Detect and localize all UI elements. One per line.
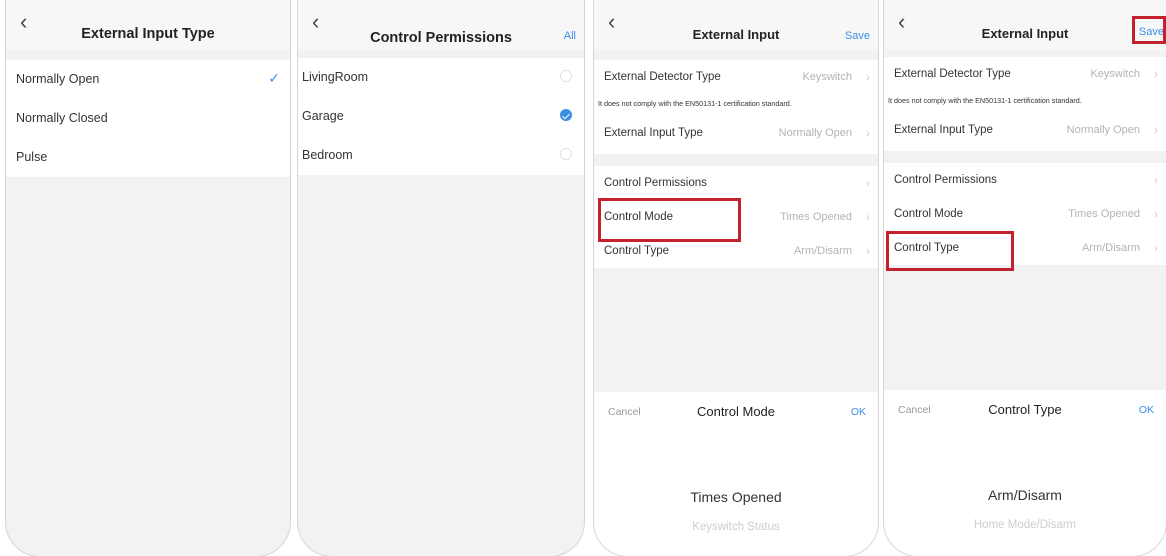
save-button[interactable]: Save	[845, 30, 870, 42]
chevron-right-icon: ›	[866, 70, 870, 84]
picker-option-selected[interactable]: Times Opened	[594, 489, 878, 505]
option-label: Normally Open	[16, 72, 100, 86]
chevron-right-icon: ›	[866, 210, 870, 224]
nav-bar: ‹ External Input Save	[884, 0, 1166, 50]
chevron-right-icon: ›	[1154, 67, 1158, 81]
screen-external-input-mode: ‹ External Input Save External Detector …	[594, 0, 878, 556]
warning-text: It does not comply with the EN50131-1 ce…	[594, 94, 878, 114]
row-label: Control Permissions	[894, 174, 997, 186]
warning-text: It does not comply with the EN50131-1 ce…	[884, 91, 1166, 111]
row-label: Control Type	[604, 245, 669, 257]
room-item-livingroom[interactable]: LivingRoom	[298, 58, 584, 97]
select-all-button[interactable]: All	[564, 30, 576, 42]
picker-option[interactable]: Keyswitch Status	[594, 521, 878, 533]
nav-bar: ‹ Control Permissions All	[298, 0, 584, 50]
screen-control-permissions: ‹ Control Permissions All LivingRoom Gar…	[298, 0, 584, 556]
page-title: External Input Type	[81, 26, 215, 42]
chevron-right-icon: ›	[1154, 173, 1158, 187]
checkbox-icon[interactable]	[560, 148, 572, 160]
row-value: Normally Open	[1066, 124, 1140, 136]
room-label: Bedroom	[302, 148, 353, 162]
chevron-right-icon: ›	[866, 244, 870, 258]
room-label: LivingRoom	[302, 70, 369, 84]
picker-title: Control Type	[988, 402, 1062, 417]
row-value: Normally Open	[778, 127, 852, 139]
chevron-right-icon: ›	[1154, 207, 1158, 221]
check-icon: ✓	[268, 70, 280, 86]
back-icon[interactable]: ‹	[312, 11, 319, 33]
input-type-row[interactable]: External Input Type Normally Open ›	[594, 114, 878, 154]
permissions-row[interactable]: Control Permissions ›	[884, 163, 1166, 197]
row-value: Keyswitch	[1090, 68, 1140, 80]
chevron-right-icon: ›	[1154, 123, 1158, 137]
highlight-box	[598, 198, 741, 242]
highlight-box	[886, 231, 1014, 271]
row-value: Arm/Disarm	[1081, 242, 1140, 254]
page-title: External Input	[692, 27, 780, 42]
row-value: Arm/Disarm	[793, 245, 852, 257]
checkbox-checked-icon[interactable]	[560, 109, 572, 121]
room-list: LivingRoom Garage Bedroom	[298, 58, 584, 175]
room-label: Garage	[302, 109, 344, 123]
picker-sheet: Cancel Control Mode OK Times Opened Keys…	[594, 392, 878, 556]
row-label: Control Permissions	[604, 177, 707, 189]
picker-option-selected[interactable]: Arm/Disarm	[884, 487, 1166, 503]
page-title: Control Permissions	[370, 30, 512, 46]
ok-button[interactable]: OK	[851, 406, 866, 418]
save-highlight-box	[1132, 16, 1166, 44]
screen-external-input-type-picker: ‹ External Input Save External Detector …	[884, 0, 1166, 556]
picker-title: Control Mode	[696, 404, 776, 419]
screen-external-input-type: ‹ External Input Type Normally Open ✓ No…	[6, 0, 290, 556]
nav-bar: ‹ External Input Save	[594, 0, 878, 50]
row-label: External Detector Type	[894, 68, 1011, 80]
option-normally-closed[interactable]: Normally Closed	[6, 99, 290, 138]
row-value: Keyswitch	[802, 71, 852, 83]
picker-sheet: Cancel Control Type OK Arm/Disarm Home M…	[884, 390, 1166, 556]
row-label: Control Mode	[894, 208, 964, 220]
row-value: Times Opened	[1068, 208, 1140, 220]
row-label: External Input Type	[604, 127, 703, 139]
ok-button[interactable]: OK	[1139, 404, 1154, 416]
option-label: Normally Closed	[16, 111, 108, 125]
detector-type-row[interactable]: External Detector Type Keyswitch ›	[594, 60, 878, 94]
room-item-garage[interactable]: Garage	[298, 97, 584, 136]
option-list: Normally Open ✓ Normally Closed Pulse	[6, 60, 290, 177]
input-type-row[interactable]: External Input Type Normally Open ›	[884, 111, 1166, 151]
picker-option[interactable]: Home Mode/Disarm	[884, 519, 1166, 531]
permissions-row[interactable]: Control Permissions ›	[594, 166, 878, 200]
option-normally-open[interactable]: Normally Open ✓	[6, 60, 290, 99]
row-label: External Input Type	[894, 124, 993, 136]
option-pulse[interactable]: Pulse	[6, 138, 290, 177]
page-title: External Input	[981, 26, 1069, 41]
room-item-bedroom[interactable]: Bedroom	[298, 136, 584, 175]
chevron-right-icon: ›	[866, 126, 870, 140]
row-value: Times Opened	[780, 211, 852, 223]
nav-bar: ‹ External Input Type	[6, 0, 290, 50]
chevron-right-icon: ›	[866, 176, 870, 190]
option-label: Pulse	[16, 150, 48, 164]
row-label: External Detector Type	[604, 71, 721, 83]
detector-type-row[interactable]: External Detector Type Keyswitch ›	[884, 57, 1166, 91]
checkbox-icon[interactable]	[560, 70, 572, 82]
chevron-right-icon: ›	[1154, 241, 1158, 255]
control-mode-row[interactable]: Control Mode Times Opened ›	[884, 197, 1166, 231]
